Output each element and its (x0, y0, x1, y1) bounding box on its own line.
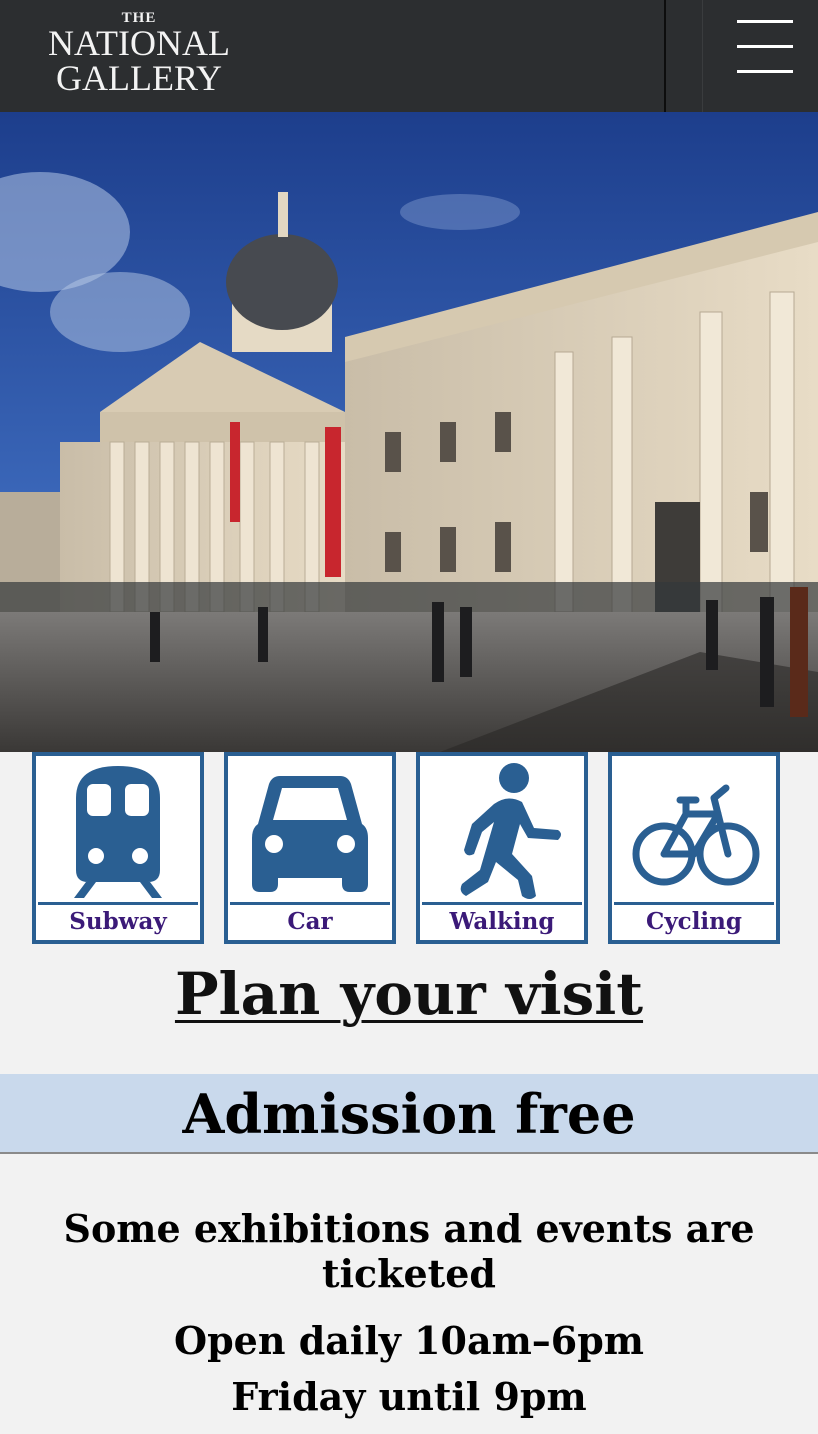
ticketed-notice: Some exhibitions and events are ticketed (63, 1206, 755, 1296)
header-divider-secondary (702, 0, 703, 112)
national-gallery-logo[interactable]: THE NATIONAL GALLERY (34, 10, 244, 96)
header-divider (664, 0, 666, 112)
gallery-building-illustration (0, 112, 818, 752)
transport-tile-car[interactable]: Car (224, 752, 396, 944)
transport-tile-cycling[interactable]: Cycling (608, 752, 780, 944)
logo-line-gallery: GALLERY (56, 58, 222, 98)
train-icon (38, 758, 198, 900)
transport-tile-walking[interactable]: Walking (416, 752, 588, 944)
site-header: THE NATIONAL GALLERY (0, 0, 818, 112)
logo-line-national: NATIONAL (48, 23, 230, 63)
plan-your-visit-link[interactable]: Plan your visit (0, 960, 818, 1028)
transport-options: Subway Car Walking Cycling (0, 752, 818, 946)
car-icon (230, 758, 390, 900)
friday-hours: Friday until 9pm (231, 1374, 587, 1419)
opening-hours: Open daily 10am–6pm (173, 1318, 644, 1363)
admission-banner: Admission free (0, 1074, 818, 1154)
bicycle-icon (614, 758, 774, 900)
transport-tile-subway[interactable]: Subway (32, 752, 204, 944)
transport-label-car: Car (230, 902, 390, 938)
hamburger-menu-icon[interactable] (734, 18, 796, 76)
transport-label-subway: Subway (38, 902, 198, 938)
hero-image (0, 112, 818, 752)
transport-label-cycling: Cycling (614, 902, 774, 938)
transport-label-walking: Walking (422, 902, 582, 938)
walking-icon (422, 758, 582, 900)
